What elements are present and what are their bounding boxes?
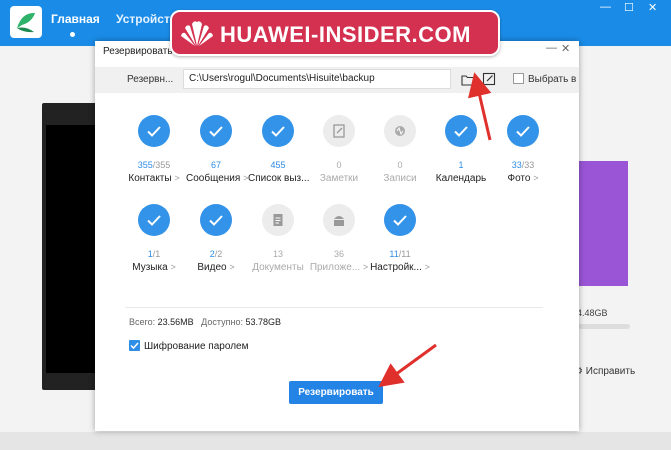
arrow-to-edit: [468, 72, 492, 141]
arrow-to-backup: [378, 343, 437, 388]
annotation-arrows: [378, 72, 492, 388]
